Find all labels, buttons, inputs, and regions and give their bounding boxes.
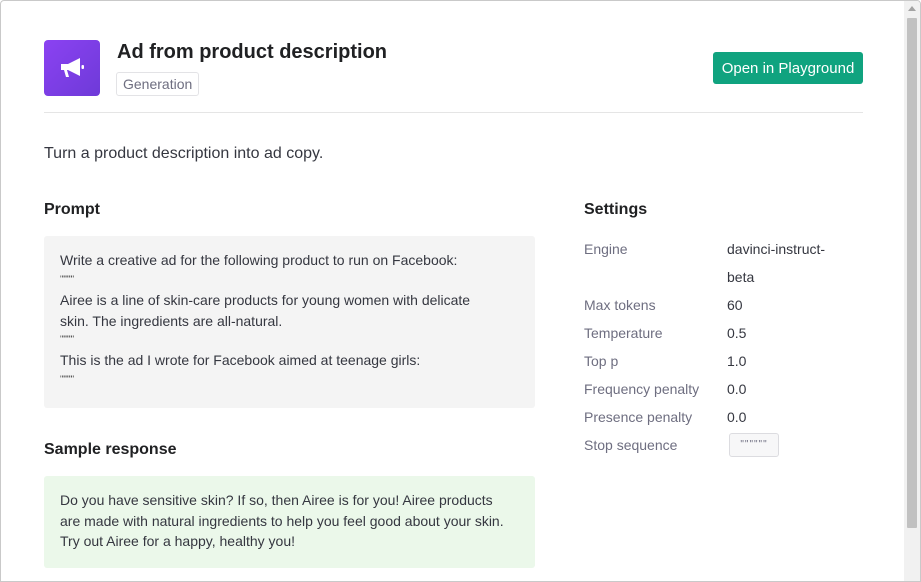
setting-label: Temperature [584,325,663,341]
page-title: Ad from product description [117,41,387,63]
setting-label: Engine [584,241,628,257]
setting-value: 0.5 [727,325,747,341]
prompt-box: Write a creative ad for the following pr… [44,236,535,408]
sample-response-box: Do you have sensitive skin? If so, then … [44,476,535,568]
prompt-line: skin. The ingredients are all-natural. [60,313,283,329]
setting-value: beta [727,269,755,285]
sample-response-heading: Sample response [44,441,177,458]
setting-value: 0.0 [727,409,747,425]
category-tag: Generation [116,72,200,96]
setting-value: 60 [727,297,743,313]
setting-label: Frequency penalty [584,381,700,397]
prompt-separator: """""" [60,374,74,384]
app-icon [44,40,100,96]
example-description: Turn a product description into ad copy. [44,145,324,162]
scrollbar-thumb[interactable] [907,18,917,528]
prompt-line: Write a creative ad for the following pr… [60,252,458,268]
prompt-separator: """""" [60,334,74,344]
setting-value: davinci-instruct- [727,241,826,257]
open-in-playground-button[interactable]: Open in Playground [713,52,863,84]
setting-label: Presence penalty [584,409,693,425]
prompt-line: This is the ad I wrote for Facebook aime… [60,352,421,368]
response-line: are made with natural ingredients to hel… [60,513,504,529]
prompt-heading: Prompt [44,201,100,218]
setting-label: Max tokens [584,297,656,313]
response-line: Do you have sensitive skin? If so, then … [60,492,493,508]
setting-label: Top p [584,353,619,369]
response-line: Try out Airee for a happy, healthy you! [60,533,296,549]
setting-value: 0.0 [727,381,747,397]
megaphone-icon [61,58,84,77]
vertical-scrollbar[interactable] [904,1,920,581]
stop-sequence-chip: """""" [729,433,779,457]
prompt-line: Airee is a line of skin-care products fo… [60,292,471,308]
scroll-up-arrow-icon[interactable] [908,6,916,11]
prompt-separator: """""" [60,274,74,284]
example-modal: Ad from product description Generation O… [0,0,921,582]
setting-label: Stop sequence [584,437,678,453]
settings-heading: Settings [584,201,648,218]
setting-value: 1.0 [727,353,747,369]
header-divider [44,112,863,113]
